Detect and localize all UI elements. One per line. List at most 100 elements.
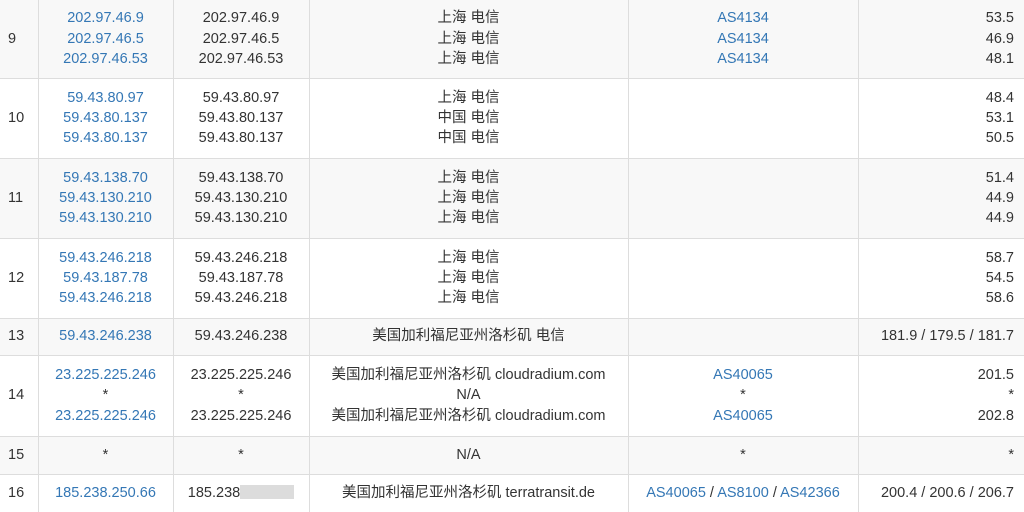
asn-link[interactable]: AS4134 <box>629 49 858 69</box>
hop-number: 14 <box>0 354 39 436</box>
hop-number: 9 <box>0 0 39 78</box>
ip-link[interactable]: 23.225.225.246 <box>39 406 173 426</box>
hop-number: 11 <box>0 157 39 238</box>
ip-link-cell: * <box>38 435 174 474</box>
ip-cell: 59.43.138.70 59.43.130.210 59.43.130.210 <box>173 157 310 238</box>
ip-address: 23.225.225.246 <box>190 407 292 424</box>
ip-link: * <box>102 446 109 463</box>
ip-link[interactable]: 59.43.80.97 <box>39 88 173 108</box>
asn-cell <box>628 157 859 238</box>
asn-link[interactable]: AS4134 <box>629 29 858 49</box>
ip-cell: * <box>173 435 310 474</box>
ip-address: 59.43.130.210 <box>194 210 288 227</box>
ip-link[interactable]: 202.97.46.9 <box>39 8 173 28</box>
asn-link[interactable]: AS40065 <box>629 406 858 426</box>
ip-link: * <box>102 387 109 404</box>
latency-value: 54.5 <box>985 269 1014 286</box>
ip-address: 23.225.225.246 <box>190 367 292 384</box>
asn-link[interactable]: AS40065 <box>629 365 858 385</box>
latency-cell: 58.7 54.5 58.6 <box>858 237 1024 318</box>
location-text: 美国加利福尼亚州洛杉矶 电信 <box>372 328 565 345</box>
hop-row: 16 185.238.250.66 185.238 美国加利福尼亚州洛杉矶 terra… <box>0 473 1024 512</box>
latency-value: 200.4 / 200.6 / 206.7 <box>880 485 1014 502</box>
asn-cell: * <box>628 435 859 474</box>
ip-link[interactable]: 59.43.80.137 <box>39 128 173 148</box>
location-text: 美国加利福尼亚州洛杉矶 cloudradium.com <box>331 367 606 384</box>
hop-row: 10 59.43.80.97 59.43.80.137 59.43.80.137 59.… <box>0 77 1024 158</box>
location-cell: 美国加利福尼亚州洛杉矶 cloudradium.com N/A 美国加利福尼亚州洛杉… <box>309 354 629 436</box>
location-text: 美国加利福尼亚州洛杉矶 terratransit.de <box>342 485 595 502</box>
ip-link[interactable]: 59.43.246.218 <box>39 288 173 308</box>
location-text: N/A <box>456 387 481 404</box>
ip-link[interactable]: 202.97.46.5 <box>39 29 173 49</box>
ip-address: 185.238 <box>187 485 241 502</box>
ip-link-cell: 59.43.80.97 59.43.80.137 59.43.80.137 <box>38 77 174 158</box>
asn-link[interactable]: AS40065 <box>646 485 706 501</box>
ip-address: 59.43.138.70 <box>198 169 284 186</box>
ip-cell: 59.43.246.238 <box>173 317 310 355</box>
ip-link-cell: 185.238.250.66 <box>38 473 174 512</box>
latency-value: 202.8 <box>977 407 1014 424</box>
asn-link[interactable]: AS4134 <box>629 8 858 28</box>
hop-row: 15 * * N/A * * <box>0 435 1024 474</box>
latency-value: 44.9 <box>985 189 1014 206</box>
hop-row: 14 23.225.225.246 * 23.225.225.246 23.225.22… <box>0 354 1024 436</box>
location-cell: N/A <box>309 435 629 474</box>
ip-address: 202.97.46.53 <box>198 50 284 67</box>
latency-cell: 53.5 46.9 48.1 <box>858 0 1024 78</box>
ip-cell: 185.238 <box>173 473 310 512</box>
ip-link[interactable]: 23.225.225.246 <box>39 365 173 385</box>
latency-cell: 48.4 53.1 50.5 <box>858 77 1024 158</box>
asn-separator: / <box>768 485 781 502</box>
location-text: 上海 电信 <box>437 89 500 106</box>
ip-address: 59.43.187.78 <box>198 269 284 286</box>
hop-number: 16 <box>0 473 39 512</box>
location-cell: 上海 电信 上海 电信 上海 电信 <box>309 237 629 318</box>
location-text: 上海 电信 <box>437 290 500 307</box>
ip-link[interactable]: 59.43.246.218 <box>39 248 173 268</box>
ip-link[interactable]: 202.97.46.53 <box>39 49 173 69</box>
ip-address: 59.43.80.97 <box>202 89 280 106</box>
location-cell: 上海 电信 上海 电信 上海 电信 <box>309 0 629 78</box>
asn-cell: AS40065 / AS8100 / AS42366 <box>628 473 859 512</box>
latency-value: 44.9 <box>985 210 1014 227</box>
latency-cell: 200.4 / 200.6 / 206.7 <box>858 473 1024 512</box>
hop-row: 12 59.43.246.218 59.43.187.78 59.43.246.218… <box>0 237 1024 318</box>
ip-cell: 202.97.46.9 202.97.46.5 202.97.46.53 <box>173 0 310 78</box>
hop-number: 15 <box>0 435 39 474</box>
latency-value: 181.9 / 179.5 / 181.7 <box>880 328 1014 345</box>
ip-address: 59.43.80.137 <box>198 130 284 147</box>
ip-link[interactable]: 59.43.80.137 <box>39 108 173 128</box>
ip-link-cell: 59.43.246.238 <box>38 317 174 355</box>
latency-value: 48.1 <box>985 50 1014 67</box>
ip-address: 59.43.246.218 <box>194 249 288 266</box>
latency-value: 50.5 <box>985 130 1014 147</box>
ip-link[interactable]: 59.43.246.238 <box>39 326 173 346</box>
asn-cell <box>628 237 859 318</box>
redacted-mask <box>240 485 295 500</box>
location-text: 中国 电信 <box>437 109 500 126</box>
ip-cell: 59.43.246.218 59.43.187.78 59.43.246.218 <box>173 237 310 318</box>
ip-link[interactable]: 59.43.130.210 <box>39 188 173 208</box>
latency-value: 51.4 <box>985 169 1014 186</box>
location-text: 上海 电信 <box>437 189 500 206</box>
asn-cell <box>628 317 859 355</box>
location-cell: 美国加利福尼亚州洛杉矶 电信 <box>309 317 629 355</box>
location-text: 上海 电信 <box>437 30 500 47</box>
ip-link-cell: 23.225.225.246 * 23.225.225.246 <box>38 354 174 436</box>
ip-link[interactable]: 59.43.130.210 <box>39 208 173 228</box>
ip-address: 59.43.246.238 <box>194 328 288 345</box>
ip-link[interactable]: 59.43.187.78 <box>39 268 173 288</box>
ip-address: * <box>238 387 244 404</box>
asn-link[interactable]: AS8100 <box>717 485 769 501</box>
location-text: 上海 电信 <box>437 169 500 186</box>
location-text: 上海 电信 <box>437 10 500 27</box>
hop-row: 13 59.43.246.238 59.43.246.238 美国加利福尼亚州洛杉矶 … <box>0 317 1024 355</box>
location-cell: 美国加利福尼亚州洛杉矶 terratransit.de <box>309 473 629 512</box>
asn-link[interactable]: AS42366 <box>780 485 840 501</box>
ip-link[interactable]: 59.43.138.70 <box>39 168 173 188</box>
latency-cell: 51.4 44.9 44.9 <box>858 157 1024 238</box>
latency-value: 58.7 <box>985 249 1014 266</box>
ip-link[interactable]: 185.238.250.66 <box>39 483 173 503</box>
traceroute-table: 9 202.97.46.9 202.97.46.5 202.97.46.53 202.9… <box>0 0 1024 512</box>
